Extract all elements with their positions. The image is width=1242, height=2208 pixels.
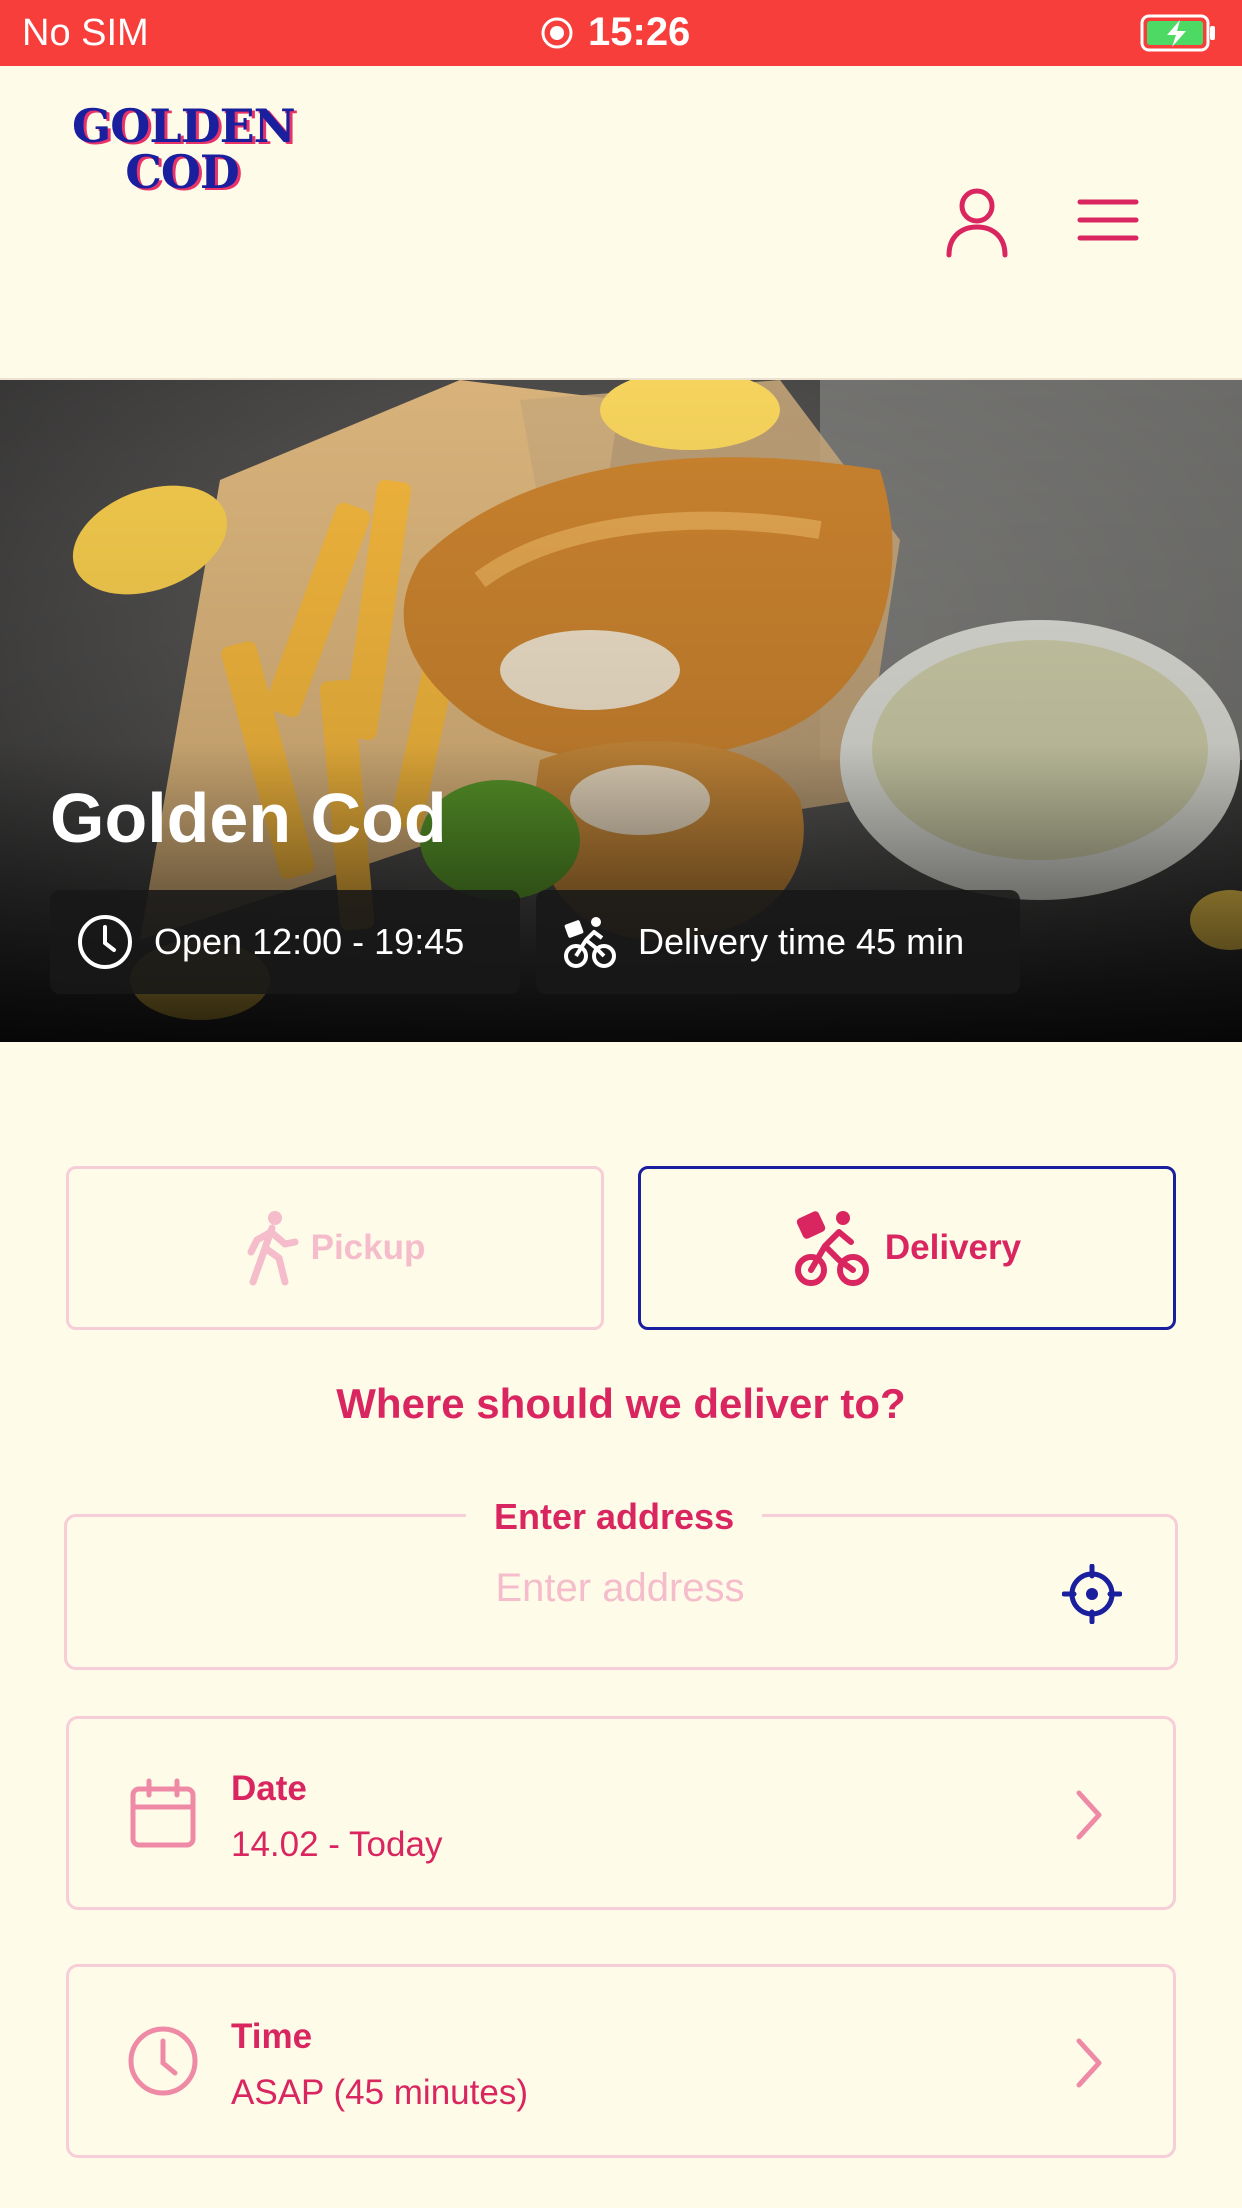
- carrier-text: No SIM: [22, 12, 149, 54]
- clock-icon: [78, 915, 132, 969]
- chevron-right-icon: [1076, 1790, 1102, 1840]
- battery-charging-icon: [1140, 14, 1215, 52]
- date-label: Date: [231, 1769, 307, 1808]
- delivery-bike-icon: [794, 1211, 869, 1286]
- date-value: 14.02 - Today: [231, 1825, 443, 1864]
- status-clock: 15:26: [540, 10, 690, 55]
- delivery-time-text: Delivery time 45 min: [638, 921, 965, 962]
- walking-person-icon: [247, 1211, 299, 1286]
- time-label: Time: [231, 2017, 313, 2056]
- logo-line-2: COD: [125, 145, 240, 199]
- clock-text: 15:26: [588, 10, 691, 54]
- battery-indicator: [1140, 14, 1218, 57]
- hamburger-menu-icon[interactable]: [1076, 196, 1140, 244]
- pickup-button[interactable]: Pickup: [66, 1166, 604, 1330]
- pickup-label: Pickup: [310, 1228, 426, 1267]
- date-picker-row[interactable]: Date 14.02 - Today: [66, 1716, 1176, 1910]
- clock-icon: [128, 2026, 198, 2096]
- time-picker-row[interactable]: Time ASAP (45 minutes): [66, 1964, 1176, 2158]
- restaurant-name: Golden Cod: [50, 779, 447, 857]
- delivery-time-badge: Delivery time 45 min: [536, 890, 1020, 994]
- opening-hours-badge: Open 12:00 - 19:45: [50, 890, 520, 994]
- user-icon[interactable]: [944, 186, 1010, 258]
- crosshair-icon[interactable]: [1062, 1564, 1122, 1624]
- calendar-icon: [130, 1778, 196, 1848]
- chevron-right-icon: [1076, 2038, 1102, 2088]
- time-value: ASAP (45 minutes): [231, 2073, 528, 2112]
- address-field-label: Enter address: [466, 1496, 763, 1538]
- delivery-button[interactable]: Delivery: [638, 1166, 1176, 1330]
- opening-hours-text: Open 12:00 - 19:45: [154, 921, 465, 962]
- bicycle-icon: [564, 917, 616, 968]
- address-input[interactable]: [100, 1566, 1140, 1611]
- brand-logo[interactable]: GOLDEN COD: [72, 99, 296, 199]
- hero-banner: Golden Cod Open 12:00 - 19:45 Delivery t…: [0, 380, 1242, 1042]
- delivery-label: Delivery: [884, 1228, 1022, 1267]
- status-bar: No SIM 15:26: [0, 0, 1242, 66]
- record-icon: [541, 17, 573, 48]
- logo-line-1: GOLDEN: [72, 99, 296, 153]
- delivery-question: Where should we deliver to?: [336, 1380, 906, 1427]
